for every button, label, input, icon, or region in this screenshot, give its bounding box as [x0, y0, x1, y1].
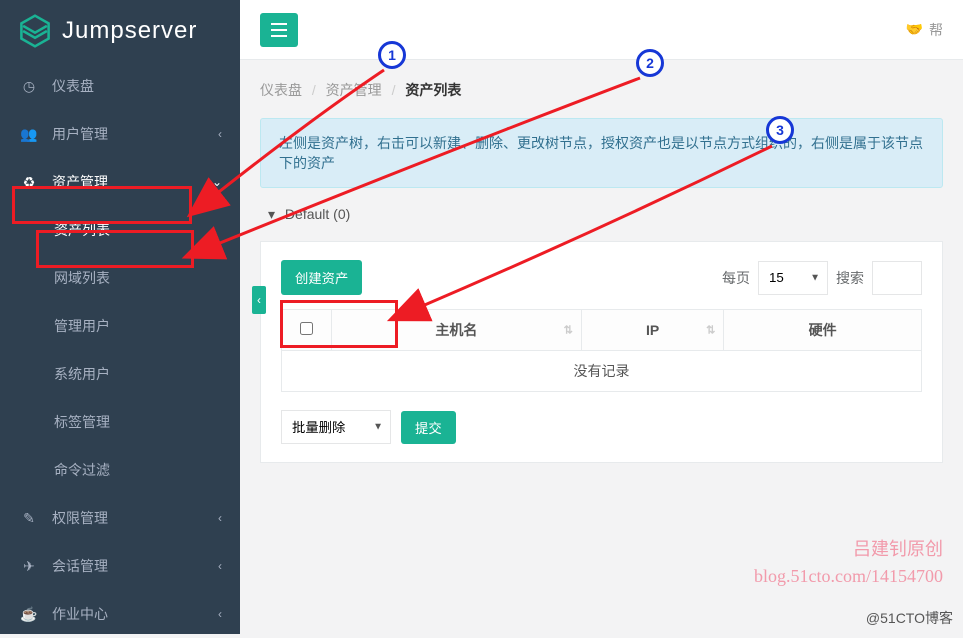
col-hostname[interactable]: 主机名 ⇅	[332, 310, 582, 351]
coffee-icon: ☕	[20, 606, 38, 623]
nav-label: 用户管理	[52, 124, 108, 144]
chevron-left-icon: ‹	[218, 127, 222, 141]
assets-icon: ♻	[20, 174, 38, 191]
nav-label: 命令过滤	[54, 460, 110, 480]
chevron-left-icon: ‹	[218, 607, 222, 621]
bars-icon	[271, 23, 287, 37]
nav-perms[interactable]: ✎ 权限管理 ‹	[0, 494, 240, 542]
nav-users[interactable]: 👥 用户管理 ‹	[0, 110, 240, 158]
table-empty-row: 没有记录	[282, 351, 922, 392]
nav-label: 标签管理	[54, 412, 110, 432]
asset-table: 主机名 ⇅ IP ⇅ 硬件	[281, 309, 922, 392]
nav-system-user[interactable]: 系统用户	[0, 350, 240, 398]
tree-caret-icon: ▾	[268, 206, 275, 222]
main: 仪表盘 / 资产管理 / 资产列表 左侧是资产树，右击可以新建、删除、更改树节点…	[240, 60, 963, 634]
tree-root-label: Default (0)	[285, 206, 350, 222]
rocket-icon: ✈	[20, 558, 38, 575]
nav-label: 系统用户	[54, 364, 110, 384]
nav-cmd-filter[interactable]: 命令过滤	[0, 446, 240, 494]
select-all-checkbox[interactable]	[300, 322, 313, 335]
brand-text: Jumpserver	[62, 17, 197, 45]
brand-logo: Jumpserver	[0, 0, 240, 62]
col-label: 硬件	[809, 322, 837, 338]
perpage-select-wrap: 15	[758, 261, 828, 295]
submit-button[interactable]: 提交	[401, 411, 456, 444]
sort-icon: ⇅	[706, 324, 715, 337]
asset-panel: 创建资产 每页 15 搜索	[260, 241, 943, 463]
search-label: 搜索	[836, 268, 864, 288]
breadcrumb-item[interactable]: 资产管理	[326, 82, 382, 98]
col-label: 主机名	[435, 322, 477, 338]
chevron-left-icon: ‹	[218, 511, 222, 525]
chevron-down-icon: ⌄	[212, 175, 222, 189]
empty-text: 没有记录	[282, 351, 922, 392]
nav-admin-user[interactable]: 管理用户	[0, 302, 240, 350]
topbar: 🤝 帮	[240, 0, 963, 60]
nav-tags[interactable]: 标签管理	[0, 398, 240, 446]
nav-label: 资产列表	[54, 220, 110, 240]
nav-dashboard[interactable]: ◷ 仪表盘	[0, 62, 240, 110]
perpage-label: 每页	[722, 268, 750, 288]
nav-label: 网域列表	[54, 268, 110, 288]
help-link[interactable]: 🤝 帮	[906, 20, 943, 40]
help-label: 帮	[929, 20, 943, 40]
toggle-sidebar-button[interactable]	[260, 13, 298, 47]
nav-asset-list[interactable]: 资产列表	[0, 206, 240, 254]
search-input[interactable]	[872, 261, 922, 295]
bulk-select-wrap: 批量删除	[281, 410, 391, 444]
col-hardware[interactable]: 硬件	[724, 310, 922, 351]
breadcrumb-item[interactable]: 仪表盘	[260, 82, 302, 98]
handshake-icon: 🤝	[906, 21, 923, 38]
tree-collapse-handle[interactable]: ‹	[252, 286, 266, 314]
perpage-select[interactable]: 15	[758, 261, 828, 295]
breadcrumb: 仪表盘 / 资产管理 / 资产列表	[260, 80, 943, 100]
nav-label: 资产管理	[52, 172, 108, 192]
breadcrumb-sep: /	[392, 82, 396, 98]
sidebar: Jumpserver ◷ 仪表盘 👥 用户管理 ‹ ♻ 资产管理 ⌄ 资产列表 …	[0, 0, 240, 634]
nav-sessions[interactable]: ✈ 会话管理 ‹	[0, 542, 240, 590]
logo-icon	[18, 14, 52, 48]
nav-label: 会话管理	[52, 556, 108, 576]
info-text: 左侧是资产树，右击可以新建、删除、更改树节点，授权资产也是以节点方式组织的，右侧…	[279, 135, 923, 171]
create-asset-button[interactable]: 创建资产	[281, 260, 362, 295]
breadcrumb-current: 资产列表	[405, 82, 461, 98]
dashboard-icon: ◷	[20, 78, 38, 95]
edit-icon: ✎	[20, 510, 38, 527]
bulk-action-select[interactable]: 批量删除	[281, 410, 391, 444]
col-ip[interactable]: IP ⇅	[581, 310, 724, 351]
users-icon: 👥	[20, 126, 38, 143]
col-checkbox	[282, 310, 332, 351]
nav-domain-list[interactable]: 网域列表	[0, 254, 240, 302]
nav-assets[interactable]: ♻ 资产管理 ⌄	[0, 158, 240, 206]
sort-icon: ⇅	[564, 324, 573, 337]
chevron-left-icon: ‹	[218, 559, 222, 573]
info-banner: 左侧是资产树，右击可以新建、删除、更改树节点，授权资产也是以节点方式组织的，右侧…	[260, 118, 943, 188]
asset-tree[interactable]: ▾ Default (0)	[268, 206, 943, 223]
nav-jobs[interactable]: ☕ 作业中心 ‹	[0, 590, 240, 638]
nav: ◷ 仪表盘 👥 用户管理 ‹ ♻ 资产管理 ⌄ 资产列表 网域列表 管理用户	[0, 62, 240, 638]
col-label: IP	[646, 322, 659, 338]
nav-label: 仪表盘	[52, 76, 94, 96]
breadcrumb-sep: /	[312, 82, 316, 98]
nav-label: 权限管理	[52, 508, 108, 528]
nav-label: 管理用户	[54, 316, 110, 336]
content: 🤝 帮 仪表盘 / 资产管理 / 资产列表 左侧是资产树，右击可以新建、删除、更…	[240, 0, 963, 634]
nav-label: 作业中心	[52, 604, 108, 624]
